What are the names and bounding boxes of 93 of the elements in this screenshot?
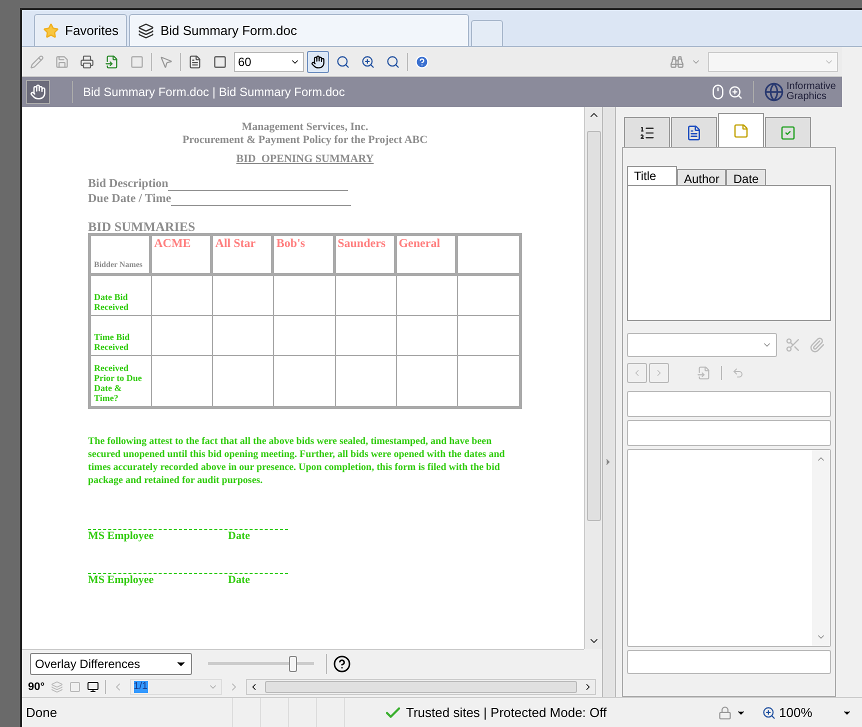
date-label: Date (228, 574, 250, 587)
browser-tab[interactable]: Bid Summary Form.doc (129, 14, 470, 46)
form-heading: BID OPENING SUMMARY (236, 153, 374, 166)
layers-icon[interactable] (50, 681, 63, 693)
star-icon (43, 22, 59, 38)
undo-icon[interactable] (732, 367, 744, 379)
document-title: Bid Summary Form.doc | Bid Summary Form.doc (83, 84, 345, 101)
field-label: Due Date / Time (88, 191, 172, 206)
brand-logo-text: Informative Graphics (786, 82, 836, 102)
rotate-button[interactable]: 90° (28, 678, 45, 696)
markup-list[interactable] (627, 185, 831, 321)
document-stack-icon (138, 22, 154, 38)
text-field[interactable] (627, 650, 831, 674)
monitor-icon[interactable] (86, 681, 99, 693)
zoom-in-icon[interactable] (762, 706, 776, 720)
text-field[interactable] (627, 420, 831, 446)
table-cell: Bob's (274, 236, 336, 276)
table-cell: Received Prior to Due Date & Time? (91, 356, 152, 406)
table-cell (274, 276, 336, 316)
slider[interactable] (208, 654, 314, 672)
status-text: Done (25, 704, 58, 722)
frame-icon[interactable] (130, 54, 144, 68)
scrollbar-thumb[interactable] (586, 131, 600, 521)
signature-label: MS Employee (88, 530, 155, 543)
save-icon[interactable] (55, 54, 69, 68)
attachment-icon[interactable] (809, 337, 825, 353)
markup-dropdown[interactable] (627, 333, 777, 357)
page-field[interactable]: 1/1 (130, 679, 222, 695)
table-cell (274, 316, 336, 356)
column-tab[interactable]: Date (726, 169, 766, 185)
scrollbar-thumb[interactable] (264, 681, 577, 693)
scissors-icon[interactable] (785, 337, 801, 353)
column-tab[interactable]: Title (627, 166, 677, 185)
company-name: Management Services, Inc. (242, 121, 368, 134)
frame-icon[interactable] (68, 681, 81, 693)
table-cell (152, 276, 214, 316)
section-heading: BID SUMMARIES (88, 220, 196, 233)
zoom-in-icon[interactable] (728, 84, 743, 100)
table-cell: Time Bid Received (91, 316, 152, 356)
table-cell: Saunders (336, 236, 397, 276)
browser-tab[interactable] (471, 20, 504, 46)
table-cell (396, 276, 458, 316)
print-icon[interactable] (80, 54, 94, 68)
help-icon[interactable] (333, 654, 351, 672)
table-cell (396, 316, 458, 356)
security-zone-text: Trusted sites | Protected Mode: Off (406, 704, 607, 722)
search-field[interactable] (708, 52, 838, 72)
import-icon[interactable] (697, 366, 711, 380)
table-cell: Bidder Names (91, 236, 152, 276)
export-icon[interactable] (105, 54, 119, 68)
list-sort-icon (639, 124, 655, 140)
zoom-field[interactable]: 60 (234, 52, 304, 72)
table-cell: ACME (152, 236, 214, 276)
vertical-scrollbar[interactable] (584, 107, 602, 649)
globe-logo-icon (764, 82, 784, 102)
table-cell: General (396, 236, 458, 276)
next-button[interactable] (649, 363, 669, 383)
comment-text-area[interactable] (627, 449, 831, 647)
pointer-icon[interactable] (159, 54, 173, 68)
panel-tab[interactable] (624, 117, 670, 147)
page-icon[interactable] (188, 54, 202, 68)
table-cell: All Star (213, 236, 274, 276)
table-cell (336, 276, 397, 316)
previous-button[interactable] (627, 363, 647, 383)
search-icon[interactable] (386, 54, 400, 68)
field-label: Bid Description (88, 176, 168, 191)
mouse-icon[interactable] (710, 84, 726, 100)
hand-icon[interactable] (311, 54, 325, 68)
pan-hand-button[interactable] (307, 50, 329, 72)
horizontal-scrollbar[interactable] (246, 679, 596, 695)
browser-tab[interactable]: Favorites (34, 14, 128, 46)
zoom-window-icon[interactable] (336, 54, 350, 68)
signature-label: MS Employee (88, 574, 155, 587)
binoculars-icon[interactable] (670, 54, 684, 68)
table-cell (213, 276, 274, 316)
document-icon (686, 124, 702, 140)
attestation-paragraph: The following attest to the fact that all the above bids were sealed, timestamped, and have been secured unopened until this bid opening meeting. Further, all bids were opened with the dates and times accurately recorded above in our presence. Upon completion, this form is filed with the bid package and retained for audit purposes. (88, 435, 506, 487)
table-cell (213, 316, 274, 356)
table-cell: Date Bid Received (91, 276, 152, 316)
policy-title: Procurement & Payment Policy for the Project ABC (182, 134, 428, 147)
text-field[interactable] (627, 391, 831, 417)
table-cell (336, 316, 397, 356)
overlay-mode-dropdown[interactable]: Overlay Differences (30, 652, 192, 674)
panel-tab[interactable] (671, 117, 717, 147)
table-cell (152, 316, 214, 356)
checkbox-icon (780, 124, 796, 140)
sticky-note-icon (733, 122, 749, 138)
date-label: Date (228, 530, 250, 543)
slider-thumb[interactable] (288, 656, 297, 672)
pencil-icon[interactable] (30, 54, 44, 68)
zoom-in-icon[interactable] (361, 54, 375, 68)
zoom-level-button[interactable]: 100% (762, 702, 852, 722)
column-tab[interactable]: Author (677, 169, 726, 185)
